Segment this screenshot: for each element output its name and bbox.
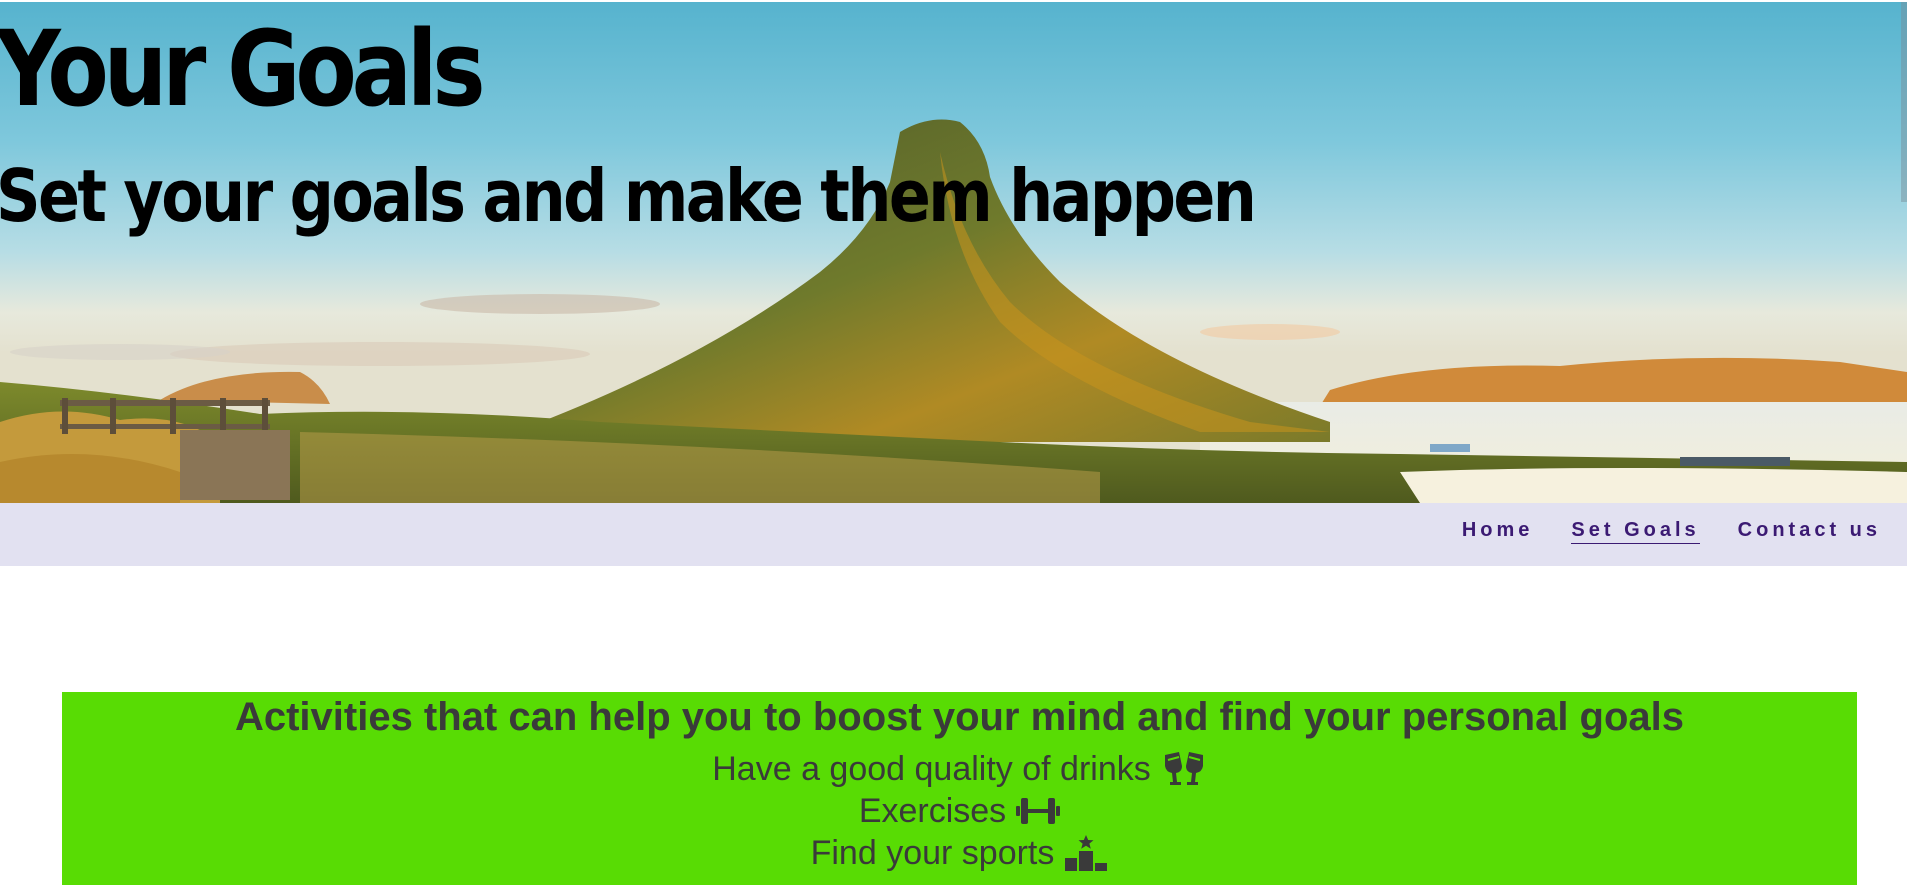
page-title: Your Goals [0,8,486,130]
activity-item-drinks: Have a good quality of drinks [62,748,1857,790]
nav-link-set-goals[interactable]: Set Goals [1571,519,1700,544]
page-subtitle: Set your goals and make them happen [0,154,1257,238]
activity-label: Find your sports [810,834,1055,872]
activities-heading: Activities that can help you to boost yo… [234,695,1685,739]
nav-item-contact-us: Contact us [1738,519,1881,542]
activity-item-sports: Find your sports [62,832,1857,874]
dumbbell-icon [1016,798,1061,824]
nav-item-set-goals: Set Goals [1571,519,1700,544]
nav-item-home: Home [1462,519,1534,542]
hero-banner: Your Goals Set your goals and make them … [0,2,1907,503]
activity-list: Have a good quality of drinks Exercises [62,748,1857,874]
glasses-cheers-icon [1164,752,1203,785]
main-nav: Home Set Goals Contact us [0,503,1907,566]
page: Your Goals Set your goals and make them … [0,0,1907,885]
nav-link-home[interactable]: Home [1462,519,1534,543]
nav-link-contact-us[interactable]: Contact us [1738,519,1881,543]
scrollbar-thumb[interactable] [1901,2,1907,202]
activities-section: Activities that can help you to boost yo… [62,692,1857,885]
activity-item-exercises: Exercises [62,790,1857,832]
activity-label: Exercises [858,792,1007,830]
nav-list: Home Set Goals Contact us [1462,519,1881,544]
activity-label: Have a good quality of drinks [712,750,1151,788]
ranking-podium-star-icon [1065,835,1108,871]
